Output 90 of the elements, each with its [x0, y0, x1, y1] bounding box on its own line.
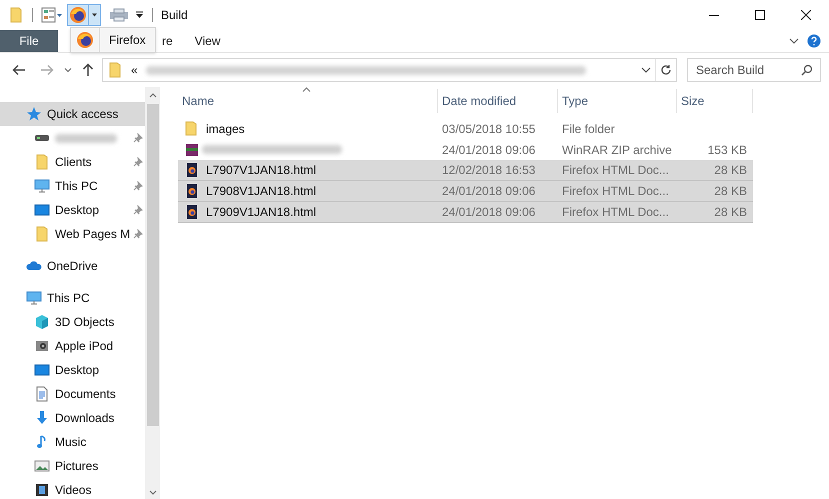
maximize-icon	[755, 10, 765, 20]
back-arrow-icon[interactable]	[12, 64, 26, 76]
up-arrow-icon[interactable]	[82, 63, 94, 77]
search-field[interactable]: Search Build	[687, 58, 821, 82]
folder-icon	[34, 226, 50, 242]
redacted-label	[55, 134, 117, 142]
ribbon-tab[interactable]: View	[194, 30, 220, 52]
file-row[interactable]: 24/01/2018 09:06 WinRAR ZIP archive 153 KB	[178, 139, 753, 160]
firefox-button[interactable]	[67, 4, 101, 26]
file-name: images	[206, 120, 245, 138]
refresh-icon[interactable]	[660, 64, 672, 76]
recent-dropdown-icon[interactable]	[64, 67, 72, 73]
properties-icon[interactable]	[41, 7, 63, 23]
picture-icon	[34, 458, 50, 474]
date-cell-text: 03/05/2018 10:55	[441, 120, 536, 138]
column-header[interactable]: Date modified	[438, 89, 558, 113]
desktop-icon	[34, 362, 50, 378]
date-cell-text: 24/01/2018 09:06	[441, 204, 536, 221]
sidebar-item[interactable]: Web Pages M	[0, 222, 145, 246]
column-header[interactable]: Size	[677, 89, 753, 113]
column-header[interactable]: Name	[178, 89, 438, 113]
type-cell-text: WinRAR ZIP archive	[561, 142, 673, 158]
minimize-icon	[709, 14, 719, 16]
film-icon	[34, 482, 50, 498]
file-name: L7908V1JAN18.html	[206, 183, 316, 200]
overflow-chevrons[interactable]: «	[131, 61, 138, 79]
star-icon	[26, 106, 42, 122]
firefox-document-icon	[184, 183, 200, 199]
monitor-icon	[26, 290, 42, 306]
sidebar-item[interactable]: Pictures	[0, 454, 145, 478]
close-icon	[801, 10, 811, 20]
file-name: L7907V1JAN18.html	[206, 162, 316, 179]
size-cell-text: 28 KB	[713, 162, 748, 179]
file-row[interactable]: L7907V1JAN18.html 12/02/2018 16:53 Firefox HTML Doc... 28 KB	[178, 160, 753, 181]
tooltip: Firefox	[70, 27, 156, 53]
firefox-document-icon	[184, 204, 200, 220]
collapse-chevron-icon[interactable]	[789, 38, 799, 44]
help-icon[interactable]	[807, 34, 821, 48]
scroll-down-icon	[148, 490, 156, 495]
dropdown-icon[interactable]	[641, 67, 651, 73]
sidebar-item[interactable]: Documents	[0, 382, 145, 406]
scroll-up-icon	[148, 93, 156, 98]
monitor-icon	[34, 178, 50, 194]
folder-icon	[109, 62, 121, 78]
sidebar-item[interactable]: Downloads	[0, 406, 145, 430]
address-bar[interactable]: «	[102, 58, 677, 82]
sidebar-item[interactable]: Apple iPod	[0, 334, 145, 358]
printer-icon[interactable]	[109, 8, 129, 22]
file-row[interactable]: images 03/05/2018 10:55 File folder	[178, 118, 753, 139]
sidebar-item[interactable]: Music	[0, 430, 145, 454]
sidebar-item[interactable]: Desktop	[0, 198, 145, 222]
type-cell-text: Firefox HTML Doc...	[561, 204, 670, 221]
customize-menu-icon[interactable]	[135, 11, 144, 19]
firefox-icon	[69, 6, 87, 24]
sidebar-item[interactable]: This PC	[0, 174, 145, 198]
sidebar-item[interactable]: 3D Objects	[0, 310, 145, 334]
scrollbar[interactable]	[145, 87, 160, 499]
desktop-icon	[34, 202, 50, 218]
cube-icon	[34, 314, 50, 330]
size-cell-text: 28 KB	[713, 204, 748, 221]
firefox-icon	[76, 31, 94, 49]
sidebar-item[interactable]: Quick access	[0, 102, 145, 126]
file-row[interactable]: L7909V1JAN18.html 24/01/2018 09:06 Firefox HTML Doc... 28 KB	[178, 202, 753, 223]
sidebar-item[interactable]: This PC	[0, 286, 145, 310]
document-icon	[34, 386, 50, 402]
size-cell-text: 28 KB	[713, 183, 748, 200]
date-cell-text: 12/02/2018 16:53	[441, 162, 536, 179]
sidebar-item[interactable]: Clients	[0, 150, 145, 174]
date-cell-text: 24/01/2018 09:06	[441, 142, 536, 158]
file-tab[interactable]: File	[0, 30, 58, 52]
window-title: Build	[161, 7, 188, 24]
camera-icon	[34, 338, 50, 354]
type-cell-text: Firefox HTML Doc...	[561, 162, 670, 179]
archive-icon	[184, 142, 200, 158]
sidebar-item[interactable]: OneDrive	[0, 254, 145, 278]
sidebar-item[interactable]: Desktop	[0, 358, 145, 382]
file-row[interactable]: L7908V1JAN18.html 24/01/2018 09:06 Firefox HTML Doc... 28 KB	[178, 181, 753, 202]
download-arrow-icon	[34, 410, 50, 426]
sidebar-item[interactable]: Videos	[0, 478, 145, 499]
ribbon-tab[interactable]: re	[162, 30, 173, 52]
date-cell-text: 24/01/2018 09:06	[441, 183, 536, 200]
size-cell-text: 153 KB	[706, 142, 748, 158]
search-icon[interactable]	[801, 64, 813, 76]
folder-icon	[34, 154, 50, 170]
column-header[interactable]: Type	[558, 89, 677, 113]
file-name: L7909V1JAN18.html	[206, 204, 316, 221]
firefox-document-icon	[184, 162, 200, 178]
caret-icon	[89, 12, 100, 18]
type-cell-text: File folder	[561, 120, 616, 138]
type-cell-text: Firefox HTML Doc...	[561, 183, 670, 200]
